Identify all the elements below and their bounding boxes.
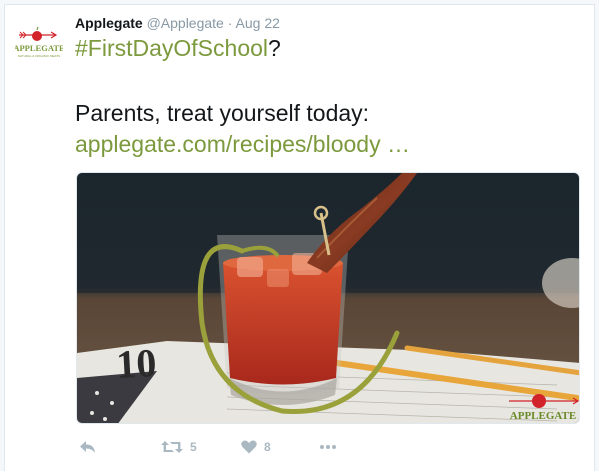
tweet-card[interactable]: APPLEGATE NATURAL & ORGANIC MEATS Appleg… (4, 4, 595, 471)
tweet-actions: 5 8 (75, 437, 375, 457)
tweet-text-line-2: Parents, treat yourself today: (75, 100, 370, 126)
retweet-icon (161, 441, 183, 453)
hashtag-suffix: ? (268, 35, 281, 61)
avatar[interactable]: APPLEGATE NATURAL & ORGANIC MEATS (13, 25, 65, 65)
author-name[interactable]: Applegate (75, 15, 143, 31)
avatar-tagline: NATURAL & ORGANIC MEATS (18, 54, 60, 58)
retweet-count: 5 (190, 440, 197, 454)
author-handle[interactable]: @Applegate (147, 15, 224, 31)
tweet-date[interactable]: Aug 22 (236, 15, 280, 31)
retweet-button[interactable]: 5 (161, 437, 197, 457)
recipe-link[interactable]: applegate.com/recipes/bloody … (75, 131, 410, 157)
more-button[interactable] (319, 437, 337, 457)
more-icon (320, 445, 336, 449)
bloody-mary-photo: 10 APPLEGATE (77, 173, 579, 423)
tweet-text-line-3: applegate.com/recipes/bloody … (75, 131, 410, 158)
newspaper-number: 10 (115, 340, 157, 387)
like-button[interactable]: 8 (241, 437, 271, 457)
hashtag-link[interactable]: #FirstDayOfSchool (75, 35, 268, 61)
separator: · (227, 15, 233, 31)
reply-icon (80, 441, 95, 453)
tweet-text-line-1: #FirstDayOfSchool? (75, 35, 281, 62)
avatar-logo-text: APPLEGATE (15, 43, 63, 53)
tweet-photo[interactable]: 10 APPLEGATE (76, 172, 580, 424)
applegate-logo: APPLEGATE NATURAL & ORGANIC MEATS (13, 26, 65, 58)
heart-icon (241, 440, 257, 454)
reply-button[interactable] (79, 437, 96, 457)
like-count: 8 (264, 440, 271, 454)
photo-watermark-text: APPLEGATE (510, 410, 576, 422)
tweet-header: Applegate @Applegate · Aug 22 (75, 15, 280, 31)
